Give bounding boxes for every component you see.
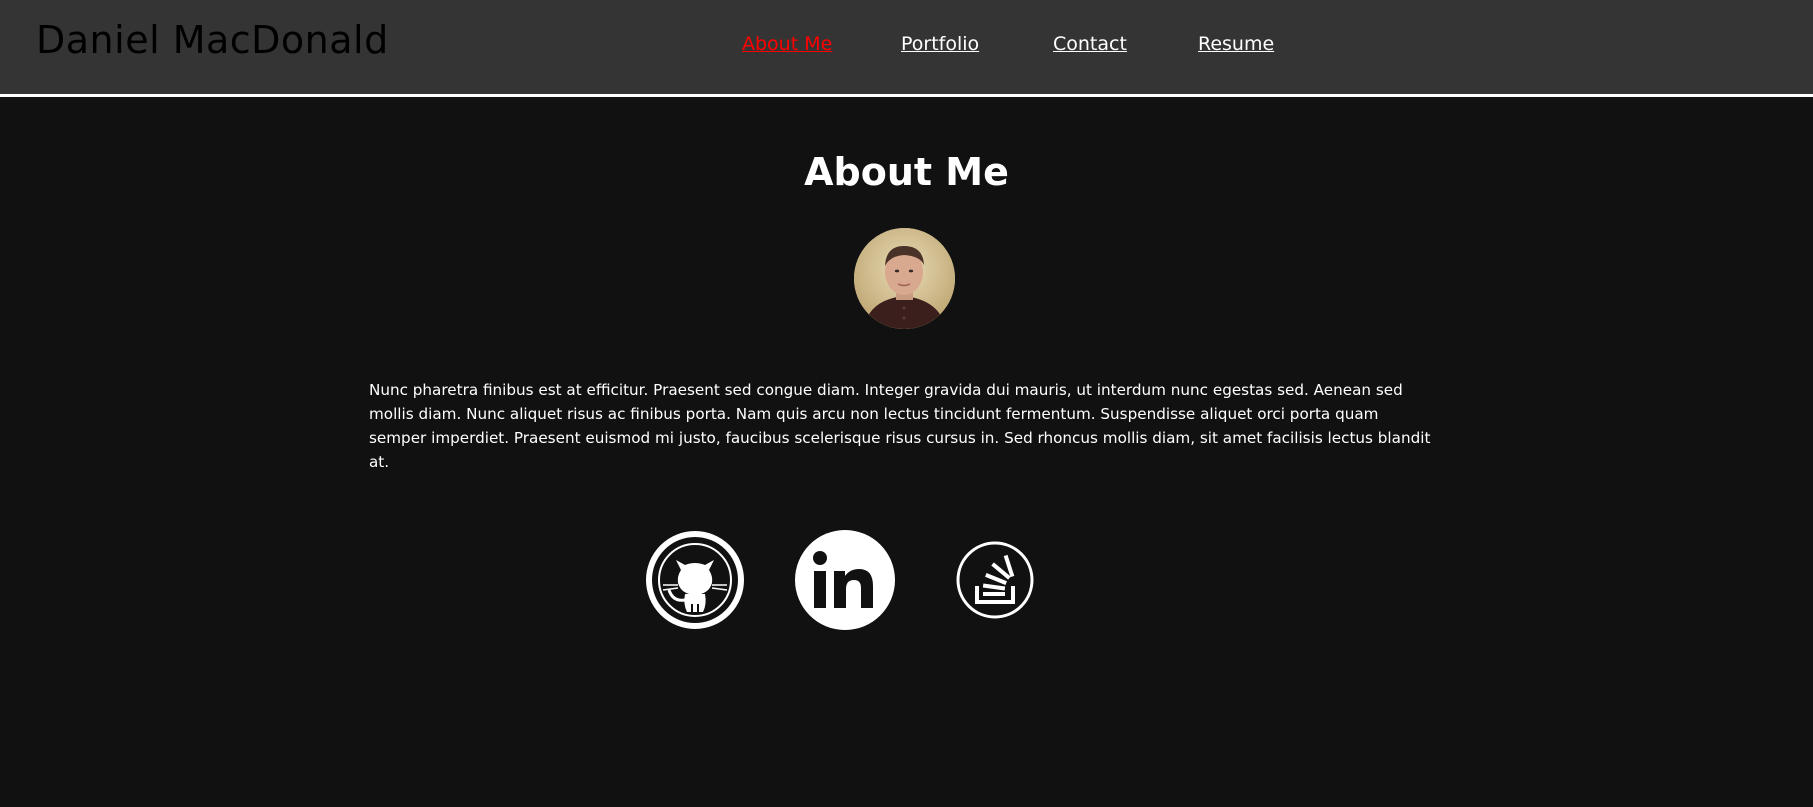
nav-link-about-me[interactable]: About Me: [742, 33, 832, 55]
linkedin-link[interactable]: [795, 530, 895, 630]
github-link[interactable]: [645, 530, 745, 630]
site-header: Daniel MacDonald About Me Portfolio Cont…: [0, 0, 1813, 97]
page-heading: About Me: [804, 150, 1009, 194]
profile-photo: [854, 228, 955, 329]
stackoverflow-link[interactable]: [955, 540, 1035, 620]
avatar: [854, 228, 955, 329]
nav-link-contact[interactable]: Contact: [1053, 33, 1127, 55]
stackoverflow-icon: [956, 541, 1034, 619]
social-links: [0, 530, 1813, 630]
bio-text: Nunc pharetra finibus est at efficitur. …: [369, 381, 1431, 471]
github-icon: [646, 531, 744, 629]
linkedin-icon: [795, 530, 895, 630]
nav-link-portfolio[interactable]: Portfolio: [901, 33, 979, 55]
nav-link-resume[interactable]: Resume: [1198, 33, 1274, 55]
site-title: Daniel MacDonald: [36, 18, 389, 62]
